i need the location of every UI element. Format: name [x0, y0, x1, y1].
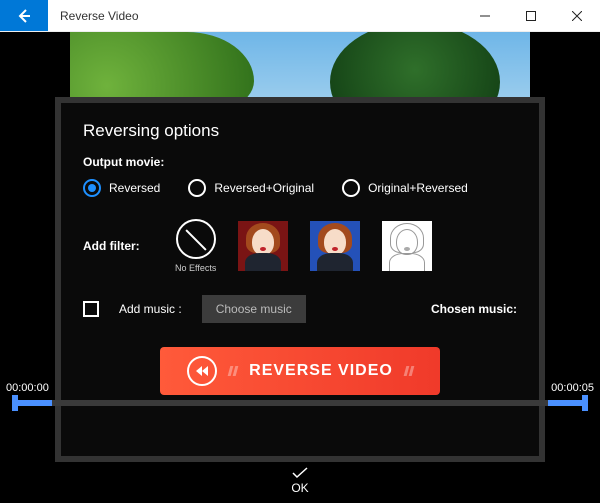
timeline-handle-end[interactable]	[582, 395, 588, 411]
maximize-icon	[526, 11, 536, 21]
choose-music-button[interactable]: Choose music	[202, 295, 306, 323]
ok-button[interactable]: OK	[0, 467, 600, 495]
trail-icon	[229, 366, 237, 376]
panel-heading: Reversing options	[83, 121, 517, 141]
timeline-start: 00:00:00	[6, 382, 49, 394]
stage: Reversing options Output movie: Reversed…	[0, 32, 600, 503]
trail-icon	[405, 366, 413, 376]
minimize-icon	[480, 11, 490, 21]
filter-thumb-1[interactable]	[238, 221, 288, 271]
check-icon	[292, 467, 308, 479]
options-panel: Reversing options Output movie: Reversed…	[55, 97, 545, 462]
radio-label: Reversed+Original	[214, 181, 314, 195]
close-icon	[572, 11, 582, 21]
reverse-video-button[interactable]: REVERSE VIDEO	[160, 347, 440, 395]
radio-label: Reversed	[109, 181, 160, 195]
filter-no-effects[interactable]: No Effects	[175, 219, 216, 273]
no-effects-caption: No Effects	[175, 263, 216, 273]
filter-thumb-2[interactable]	[310, 221, 360, 271]
radio-reversed-original[interactable]: Reversed+Original	[188, 179, 314, 197]
arrow-left-icon	[16, 8, 32, 24]
radio-icon	[342, 179, 360, 197]
output-movie-label: Output movie:	[83, 155, 517, 169]
filter-row: Add filter: No Effects	[83, 219, 517, 273]
maximize-button[interactable]	[508, 0, 554, 31]
rewind-icon	[187, 356, 217, 386]
add-music-checkbox[interactable]	[83, 301, 99, 317]
timeline-end: 00:00:05	[551, 382, 594, 394]
close-button[interactable]	[554, 0, 600, 31]
radio-original-reversed[interactable]: Original+Reversed	[342, 179, 468, 197]
back-button[interactable]	[0, 0, 48, 31]
timeline-handle-start[interactable]	[12, 395, 18, 411]
no-effects-icon	[176, 219, 216, 259]
add-music-label: Add music :	[119, 302, 182, 316]
reverse-video-label: REVERSE VIDEO	[249, 362, 393, 380]
radio-label: Original+Reversed	[368, 181, 468, 195]
chosen-music-label: Chosen music:	[431, 302, 517, 316]
radio-icon	[83, 179, 101, 197]
window-controls	[462, 0, 600, 31]
output-radio-group: Reversed Reversed+Original Original+Reve…	[83, 179, 517, 197]
radio-icon	[188, 179, 206, 197]
title-bar: Reverse Video	[0, 0, 600, 32]
window-title: Reverse Video	[48, 0, 151, 31]
filter-thumb-3[interactable]	[382, 221, 432, 271]
minimize-button[interactable]	[462, 0, 508, 31]
music-row: Add music : Choose music Chosen music:	[83, 295, 517, 323]
add-filter-label: Add filter:	[83, 239, 153, 253]
ok-label: OK	[291, 481, 308, 495]
radio-reversed[interactable]: Reversed	[83, 179, 160, 197]
